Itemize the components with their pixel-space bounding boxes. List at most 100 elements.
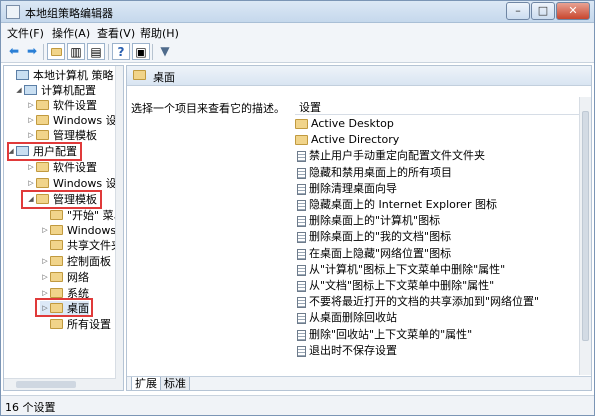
show-hide-tree-icon[interactable]: ▥ [67, 43, 85, 60]
collapsed-arrow-icon[interactable]: ▷ [26, 128, 36, 143]
help-icon[interactable]: ? [112, 43, 130, 60]
policy-icon [297, 183, 306, 195]
policy-icon [297, 248, 306, 260]
show-pane-icon[interactable]: ▣ [132, 43, 150, 60]
tree-item-cc-windows[interactable]: ▷ Windows 设置 [26, 113, 123, 128]
menu-bar: 文件(F) 操作(A) 查看(V) 帮助(H) [1, 23, 594, 41]
tree-label: 计算机配置 [41, 84, 96, 97]
tree-label: 控制面板 [67, 255, 111, 268]
tree-vertical-scrollbar[interactable] [115, 66, 123, 390]
collapsed-arrow-icon[interactable]: ▷ [40, 223, 50, 238]
computer-icon [24, 85, 37, 95]
menu-file[interactable]: 文件(F) [7, 25, 44, 41]
tab-extended[interactable]: 扩展 [131, 377, 161, 390]
description-text: 选择一个项目来查看它的描述。 [131, 102, 285, 115]
tree-label: 软件设置 [53, 99, 97, 112]
tree-item-root[interactable]: 本地计算机 策略 [6, 68, 114, 83]
tree-item-shared-folders[interactable]: 共享文件夹 [40, 238, 122, 253]
tree-item-all-settings[interactable]: 所有设置 [40, 317, 111, 332]
folder-icon [50, 210, 63, 220]
folder-icon [50, 225, 63, 235]
menu-help[interactable]: 帮助(H) [140, 25, 179, 41]
policy-icon [297, 345, 306, 357]
setting-label: 禁止用户手动重定向配置文件文件夹 [309, 149, 485, 163]
tree-label: 共享文件夹 [67, 239, 122, 252]
filter-icon[interactable]: ▼ [156, 43, 174, 60]
back-arrow-icon[interactable]: ⬅ [5, 43, 23, 60]
computer-policy-icon [16, 70, 29, 80]
tree-item-uc-windows[interactable]: ▷ Windows 设置 [26, 176, 123, 191]
title-bar: 本地组策略编辑器 – □ ✕ [1, 1, 594, 23]
tree-item-start-menu[interactable]: "开始" 菜单 [40, 208, 123, 223]
up-folder-icon[interactable] [47, 43, 65, 60]
policy-icon [297, 297, 306, 309]
tree-label: 管理模板 [53, 129, 97, 142]
tree-item-control-panel[interactable]: ▷ 控制面板 [40, 254, 111, 269]
collapsed-arrow-icon[interactable]: ▷ [40, 254, 50, 269]
policy-setting-item[interactable]: 在桌面上隐藏"网络位置"图标 [295, 246, 451, 262]
toolbar: ⬅ ➡ ▥ ▤ ? ▣ ▼ [1, 41, 594, 63]
policy-setting-item[interactable]: 删除"回收站"上下文菜单的"属性" [295, 327, 472, 343]
details-pane: 桌面 选择一个项目来查看它的描述。 设置 Active Desktop Activ… [126, 65, 592, 391]
tree-item-cc-software[interactable]: ▷ 软件设置 [26, 98, 97, 113]
setting-label: Active Desktop [311, 117, 394, 130]
folder-icon [50, 272, 63, 282]
policy-setting-item[interactable]: 删除桌面上的"我的文档"图标 [295, 229, 451, 245]
tree-label: 所有设置 [67, 318, 111, 331]
maximize-button[interactable]: □ [531, 2, 555, 20]
tree-label: 软件设置 [53, 161, 97, 174]
policy-setting-item[interactable]: 退出时不保存设置 [295, 343, 397, 359]
tree-item-windows-components[interactable]: ▷Windows 组 [40, 223, 123, 238]
policy-setting-item[interactable]: 删除桌面上的"计算机"图标 [295, 213, 440, 229]
scroll-thumb[interactable] [16, 381, 76, 388]
tree-item-computer-config[interactable]: ◢ 计算机配置 [14, 83, 96, 98]
policy-icon [297, 200, 306, 211]
export-list-icon[interactable]: ▤ [87, 43, 105, 60]
folder-icon [36, 115, 49, 125]
toolbar-divider [43, 44, 44, 60]
highlight-box-user-config [7, 142, 82, 161]
setting-label: 在桌面上隐藏"网络位置"图标 [309, 246, 452, 260]
policy-setting-item[interactable]: 隐藏桌面上的 Internet Explorer 图标 [295, 197, 497, 213]
collapsed-arrow-icon[interactable]: ▷ [26, 176, 36, 191]
policy-icon [297, 313, 306, 325]
tree-horizontal-scrollbar[interactable] [4, 378, 116, 390]
settings-folder-item[interactable]: Active Directory [295, 132, 399, 148]
policy-setting-item[interactable]: 隐藏和禁用桌面上的所有项目 [295, 165, 452, 181]
folder-icon [50, 240, 63, 250]
status-text: 16 个设置 [5, 401, 56, 414]
tab-standard[interactable]: 标准 [160, 377, 190, 390]
setting-label: Active Directory [311, 133, 400, 147]
column-header-settings[interactable]: 设置 [295, 97, 579, 115]
tree-item-uc-software[interactable]: ▷ 软件设置 [26, 160, 97, 175]
forward-arrow-icon[interactable]: ➡ [23, 43, 41, 60]
settings-folder-item[interactable]: Active Desktop [295, 116, 394, 132]
folder-icon [50, 48, 62, 56]
collapsed-arrow-icon[interactable]: ▷ [26, 98, 36, 113]
policy-setting-item[interactable]: 从"文档"图标上下文菜单中删除"属性" [295, 278, 494, 294]
tree-item-cc-admin[interactable]: ▷ 管理模板 [26, 128, 97, 143]
policy-setting-item[interactable]: 从桌面删除回收站 [295, 310, 397, 326]
setting-label: 删除"回收站"上下文菜单的"属性" [309, 327, 473, 341]
expand-arrow-icon[interactable]: ◢ [14, 83, 24, 98]
policy-setting-item[interactable]: 从"计算机"图标上下文菜单中删除"属性" [295, 262, 505, 278]
close-button[interactable]: ✕ [556, 2, 590, 20]
policy-setting-item[interactable]: 禁止用户手动重定向配置文件文件夹 [295, 148, 485, 164]
scroll-thumb[interactable] [582, 111, 589, 341]
details-vertical-scrollbar[interactable] [579, 97, 591, 375]
menu-view[interactable]: 查看(V) [97, 25, 135, 41]
policy-setting-item[interactable]: 不要将最近打开的文档的共享添加到"网络位置" [295, 294, 539, 310]
policy-setting-item[interactable]: 删除清理桌面向导 [295, 181, 397, 197]
tree-item-network[interactable]: ▷ 网络 [40, 270, 89, 285]
menu-action[interactable]: 操作(A) [52, 25, 90, 41]
policy-icon [297, 264, 306, 276]
details-title: 桌面 [153, 71, 175, 84]
minimize-button[interactable]: – [506, 2, 530, 20]
tree-label: 网络 [67, 271, 89, 284]
collapsed-arrow-icon[interactable]: ▷ [26, 113, 36, 128]
collapsed-arrow-icon[interactable]: ▷ [26, 160, 36, 175]
app-window: 本地组策略编辑器 – □ ✕ 文件(F) 操作(A) 查看(V) 帮助(H) ⬅… [0, 0, 595, 416]
highlight-box-admin-templates [21, 190, 102, 209]
collapsed-arrow-icon[interactable]: ▷ [40, 270, 50, 285]
toolbar-divider [152, 44, 153, 60]
